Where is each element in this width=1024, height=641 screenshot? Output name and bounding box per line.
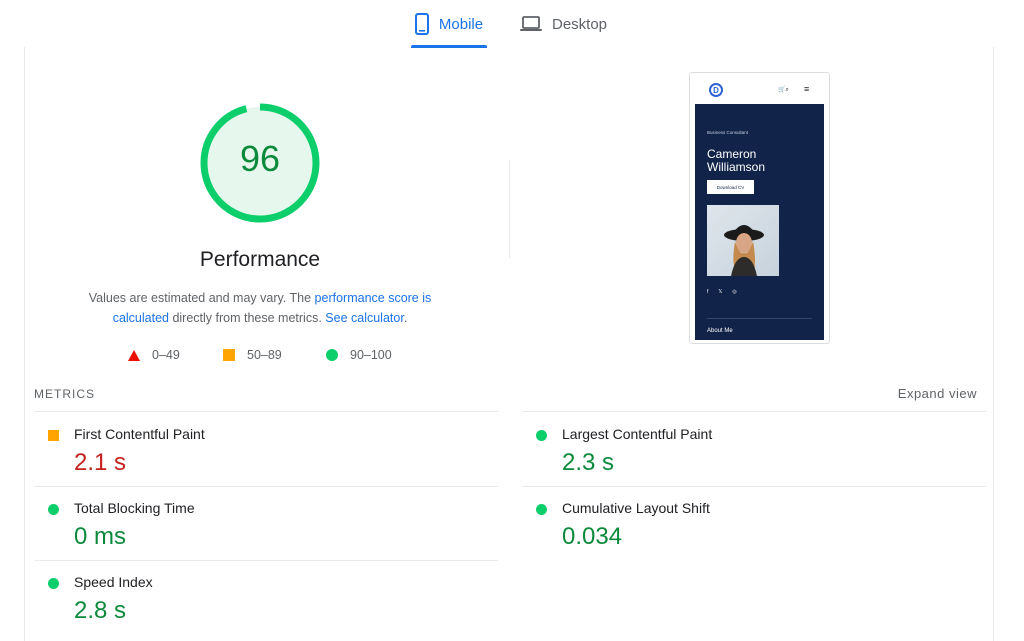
metric-value: 2.3 s — [562, 449, 615, 476]
circle-icon — [326, 349, 338, 361]
x-twitter-icon: 𝕏 — [718, 289, 723, 295]
preview-logo: D — [709, 83, 723, 97]
tab-mobile[interactable]: Mobile — [411, 0, 487, 48]
preview-social-icons: f 𝕏 ◎ — [707, 289, 737, 295]
preview-divider — [707, 318, 812, 319]
expand-view-button[interactable]: Expand view — [860, 386, 977, 401]
metric-name: Speed Index — [74, 574, 153, 590]
score-description: Values are estimated and may vary. The p… — [70, 288, 450, 328]
preview-portrait-image — [707, 205, 779, 276]
metric-first-contentful-paint: First Contentful Paint 2.1 s — [34, 413, 494, 486]
preview-name: Cameron Williamson — [707, 147, 766, 174]
preview-hero: Business Consultant Cameron Williamson D… — [695, 104, 824, 340]
metric-name: First Contentful Paint — [74, 426, 205, 442]
description-period: . — [403, 311, 408, 325]
circle-icon — [536, 504, 547, 515]
metric-value: 2.1 s — [74, 449, 127, 476]
metric-cumulative-layout-shift: Cumulative Layout Shift 0.034 — [522, 487, 982, 560]
legend-range: 0–49 — [152, 348, 180, 362]
metric-largest-contentful-paint: Largest Contentful Paint 2.3 s — [522, 413, 982, 486]
legend-item-pass: 90–100 — [326, 346, 392, 364]
performance-label: Performance — [199, 248, 321, 271]
metric-speed-index: Speed Index 2.8 s — [34, 561, 494, 634]
tab-desktop-label: Desktop — [552, 15, 608, 33]
triangle-icon — [128, 349, 140, 361]
square-icon — [48, 430, 59, 441]
description-text: Values are estimated and may vary. The — [88, 291, 315, 305]
metric-name: Largest Contentful Paint — [562, 426, 713, 442]
tab-mobile-label: Mobile — [438, 15, 484, 33]
preview-tagline: Business Consultant — [707, 130, 749, 135]
cart-search-icon: 🛒⌕ — [778, 87, 789, 93]
circle-icon — [536, 430, 547, 441]
performance-score: 96 — [239, 138, 281, 179]
metric-total-blocking-time: Total Blocking Time 0 ms — [34, 487, 494, 560]
laptop-icon — [520, 16, 542, 32]
circle-icon — [48, 504, 59, 515]
metrics-heading: METRICS — [34, 387, 95, 401]
legend-range: 50–89 — [247, 348, 282, 362]
square-icon — [223, 349, 235, 361]
metric-name: Total Blocking Time — [74, 500, 195, 516]
page-screenshot-preview[interactable]: D 🛒⌕ ≡ Business Consultant Cameron Willi… — [689, 72, 830, 344]
mobile-phone-icon — [414, 13, 429, 35]
facebook-icon: f — [707, 289, 709, 295]
device-tabs: Mobile Desktop — [0, 0, 1024, 48]
divider — [509, 160, 510, 258]
preview-about: About Me — [707, 328, 733, 334]
see-calculator-link[interactable]: See calculator — [325, 311, 404, 325]
legend-range: 90–100 — [350, 348, 392, 362]
preview-header: D 🛒⌕ ≡ — [690, 73, 829, 104]
hamburger-icon: ≡ — [804, 84, 810, 94]
metric-name: Cumulative Layout Shift — [562, 500, 710, 516]
description-text-2: directly from these metrics. — [168, 311, 326, 325]
metric-value: 0.034 — [562, 523, 623, 550]
preview-download-button: Download CV — [707, 180, 754, 194]
performance-score-gauge: 96 — [198, 101, 322, 225]
legend-item-average: 50–89 — [223, 346, 282, 364]
divider — [34, 411, 498, 412]
tab-desktop[interactable]: Desktop — [520, 0, 616, 48]
instagram-icon: ◎ — [732, 289, 737, 295]
divider — [522, 411, 986, 412]
metric-value: 0 ms — [74, 523, 127, 550]
legend-item-fail: 0–49 — [128, 346, 180, 364]
circle-icon — [48, 578, 59, 589]
metric-value: 2.8 s — [74, 597, 127, 624]
